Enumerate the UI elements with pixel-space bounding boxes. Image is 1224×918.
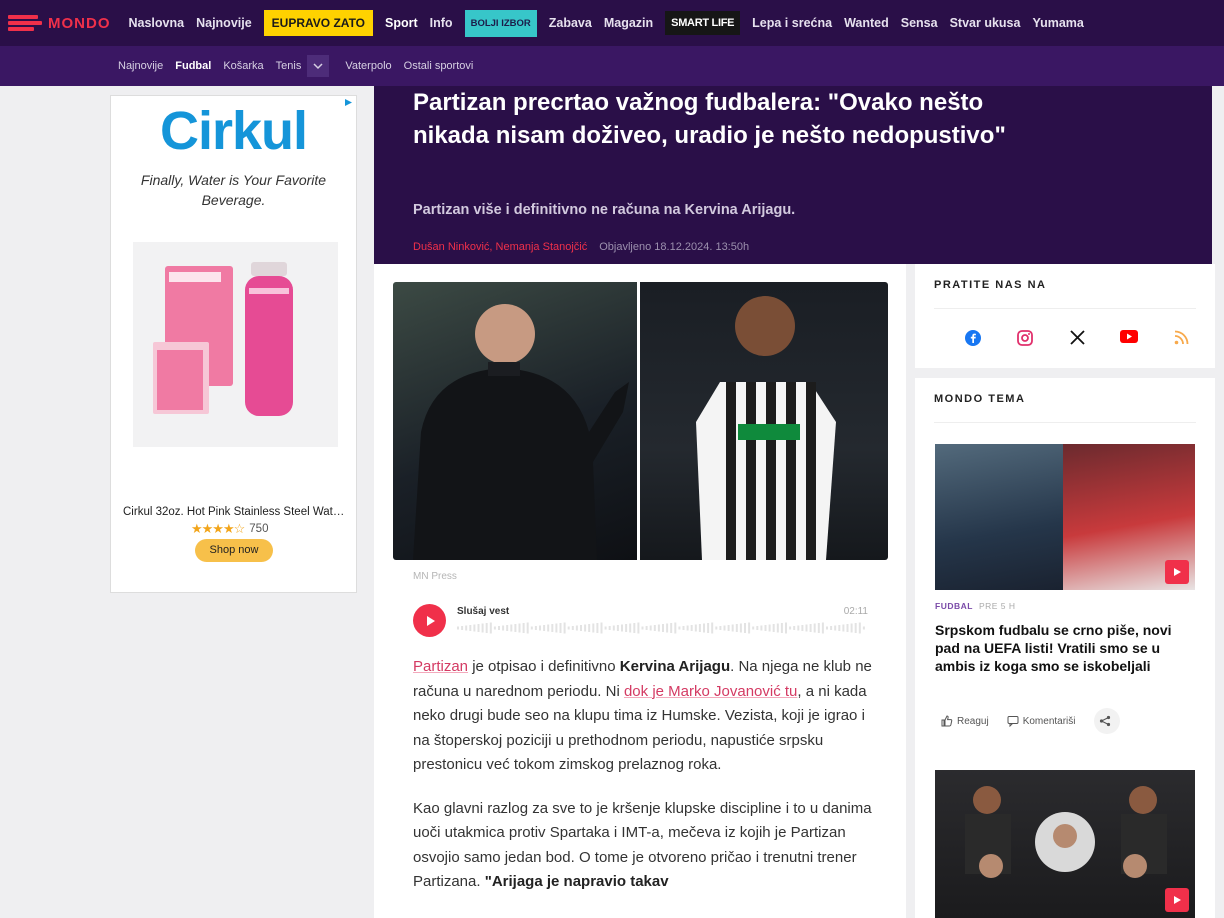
share-button[interactable]	[1093, 708, 1120, 734]
video-play-icon	[1165, 560, 1189, 584]
article-paragraph: Kao glavni razlog za sve to je kršenje k…	[413, 799, 872, 891]
comment-icon	[1007, 716, 1019, 727]
instagram-icon[interactable]	[999, 330, 1051, 346]
subnav-item-ostali-sportovi[interactable]: Ostali sportovi	[404, 60, 474, 72]
more-dropdown-button[interactable]	[307, 55, 330, 77]
photo-coach	[393, 282, 637, 560]
tema-second-article-image[interactable]	[935, 770, 1195, 918]
nav-item-info[interactable]: Info	[430, 16, 453, 30]
tema-headline[interactable]: Srpskom fudbalu se crno piše, novi pad n…	[935, 621, 1190, 675]
nav-item-eupravozato[interactable]: EUPRAVO ZATO	[263, 10, 374, 36]
tema-category[interactable]: FUDBAL PRE 5 H	[935, 601, 1016, 611]
subnav-item-kosarka[interactable]: Košarka	[223, 60, 263, 72]
audio-label: Slušaj vest	[457, 606, 510, 617]
ad-tagline: Finally, Water is Your Favorite Beverage…	[140, 172, 327, 208]
ad-product-image[interactable]	[133, 242, 338, 447]
thumbs-up-icon	[941, 715, 953, 727]
subnav-item-vaterpolo[interactable]: Vaterpolo	[345, 60, 391, 72]
mondo-tema-box: MONDO TEMA FUDBAL PRE 5 H Srpskom fudbalu…	[915, 378, 1215, 918]
nav-item-yumama[interactable]: Yumama	[1032, 16, 1083, 30]
link-marko-jovanovic[interactable]: dok je Marko Jovanović tu	[624, 683, 797, 700]
tema-article-image[interactable]	[935, 444, 1195, 590]
ad-rating: ★★★★☆ 750	[191, 521, 268, 537]
subnav-item-fudbal[interactable]: Fudbal	[175, 60, 211, 72]
nav-item-naslovna[interactable]: Naslovna	[129, 16, 185, 30]
article-text: Partizan je otpisao i definitivno Kervin…	[413, 655, 873, 914]
photo-credit: MN Press	[413, 571, 457, 582]
top-navigation: MONDO Naslovna Najnovije EUPRAVO ZATO Sp…	[0, 0, 1224, 46]
youtube-icon[interactable]	[1103, 330, 1155, 346]
nav-item-smartlife[interactable]: SMART LIFE	[665, 11, 741, 35]
comment-button[interactable]: Komentariši	[1007, 715, 1076, 727]
play-icon	[426, 615, 435, 626]
subnav-item-tenis[interactable]: Tenis	[276, 60, 302, 72]
quote-bold: "Arijaga je napravio takav	[484, 873, 669, 890]
tema-actions: Reaguj Komentariši	[941, 708, 1120, 734]
social-links	[947, 330, 1207, 346]
article-published-date: Objavljeno 18.12.2024. 13:50h	[599, 241, 750, 253]
audio-player: Slušaj vest 02:11	[413, 604, 868, 640]
mondo-logo[interactable]: MONDO	[8, 13, 111, 33]
nav-item-bolji-izbor[interactable]: BOLJI IZBOR	[464, 9, 537, 37]
ad-product-name[interactable]: Cirkul 32oz. Hot Pink Stainless Steel Wa…	[123, 506, 348, 518]
star-rating-icon: ★★★★☆	[191, 521, 245, 536]
article-body: MN Press Slušaj vest 02:11 Partizan je o…	[374, 264, 906, 918]
logo-mark-icon	[8, 13, 42, 33]
shop-now-button[interactable]: Shop now	[195, 539, 273, 562]
ad-rating-count: 750	[249, 523, 269, 535]
mondo-tema-heading: MONDO TEMA	[934, 393, 1026, 405]
ad-brand-logo: Cirkul	[159, 101, 308, 161]
article-main-photo[interactable]	[393, 282, 888, 560]
product-bottle-illustration	[153, 262, 293, 416]
article-header: Partizan precrtao važnog fudbalera: "Ova…	[374, 86, 1212, 264]
rss-icon[interactable]	[1155, 330, 1207, 346]
article-lead: Partizan više i definitivno ne računa na…	[413, 202, 796, 218]
nav-item-zabava[interactable]: Zabava	[549, 16, 592, 30]
follow-us-heading: PRATITE NAS NA	[934, 279, 1047, 291]
chevron-down-icon	[313, 63, 323, 70]
tema-time: PRE 5 H	[978, 601, 1016, 611]
article-title: Partizan precrtao važnog fudbalera: "Ova…	[413, 89, 1006, 149]
nav-item-lepa-i-srecna[interactable]: Lepa i srećna	[752, 16, 832, 30]
facebook-icon[interactable]	[947, 330, 999, 346]
audio-duration: 02:11	[843, 606, 868, 617]
logo-text: MONDO	[48, 14, 111, 32]
player-name: Kervina Arijagu	[619, 658, 731, 675]
share-icon	[1099, 715, 1110, 727]
sport-subnavigation: Najnovije Fudbal Košarka Tenis Vaterpolo…	[0, 46, 1224, 86]
nav-item-sport[interactable]: Sport	[385, 16, 418, 30]
play-button[interactable]	[413, 604, 446, 637]
nav-item-wanted[interactable]: Wanted	[844, 16, 889, 30]
react-button[interactable]: Reaguj	[941, 715, 989, 727]
advertisement[interactable]: Cirkul Finally, Water is Your Favorite B…	[110, 95, 357, 593]
follow-us-box: PRATITE NAS NA	[915, 264, 1215, 368]
article-authors[interactable]: Dušan Ninković, Nemanja Stanojčić	[413, 241, 587, 253]
nav-item-magazin[interactable]: Magazin	[604, 16, 653, 30]
article-meta: Dušan Ninković, Nemanja Stanojčić Objavl…	[413, 241, 749, 253]
nav-item-stvar-ukusa[interactable]: Stvar ukusa	[950, 16, 1021, 30]
subnav-item-najnovije[interactable]: Najnovije	[118, 60, 163, 72]
x-icon[interactable]	[1051, 330, 1103, 346]
photo-player	[640, 282, 888, 560]
video-play-icon	[1165, 888, 1189, 912]
article-paragraph: Partizan je otpisao i definitivno Kervin…	[413, 658, 872, 773]
link-partizan[interactable]: Partizan	[413, 658, 468, 675]
nav-item-sensa[interactable]: Sensa	[901, 16, 938, 30]
nav-item-najnovije[interactable]: Najnovije	[196, 16, 252, 30]
audio-waveform[interactable]	[457, 622, 868, 634]
